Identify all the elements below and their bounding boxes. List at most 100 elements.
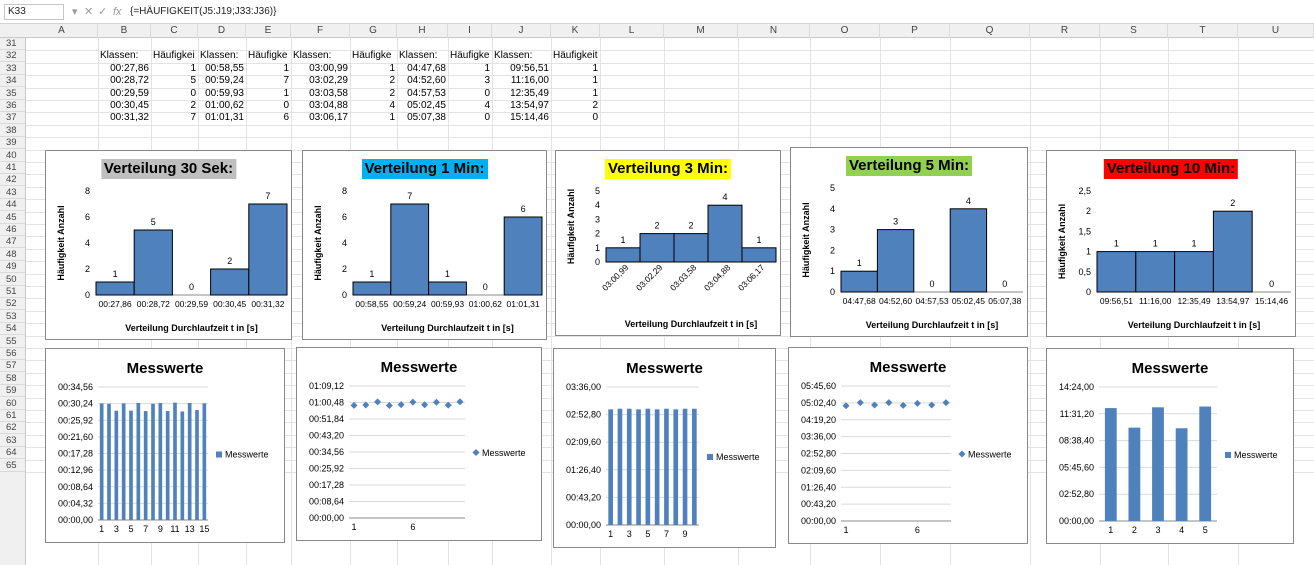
table-cell[interactable]: 03:02,29: [293, 75, 348, 87]
table-cell[interactable]: 00:58,55: [200, 63, 244, 75]
row-header-45[interactable]: 45: [0, 211, 25, 224]
histogram-chart[interactable]: Verteilung 10 Min: 0 0,5 1 1,5 2 2,5 1 09:56,51 1…: [1046, 150, 1296, 337]
row-header-55[interactable]: 55: [0, 335, 25, 348]
column-header-A[interactable]: A: [26, 24, 98, 38]
column-header-G[interactable]: G: [350, 24, 397, 38]
column-header-D[interactable]: D: [198, 24, 246, 38]
messwerte-chart[interactable]: Messwerte 00:00,00 00:43,20 01:26,40 02:09,6…: [788, 347, 1028, 544]
table-cell[interactable]: 1: [153, 63, 196, 75]
column-header-B[interactable]: B: [98, 24, 151, 38]
row-header-47[interactable]: 47: [0, 236, 25, 249]
column-header-E[interactable]: E: [246, 24, 291, 38]
table-cell[interactable]: 0: [553, 112, 598, 124]
row-header-38[interactable]: 38: [0, 124, 25, 137]
table-cell[interactable]: 1: [450, 63, 490, 75]
row-header-63[interactable]: 63: [0, 434, 25, 447]
table-cell[interactable]: 1: [248, 88, 289, 100]
table-cell[interactable]: 05:02,45: [399, 100, 446, 112]
row-header-42[interactable]: 42: [0, 174, 25, 187]
row-header-46[interactable]: 46: [0, 224, 25, 236]
table-cell[interactable]: 01:01,31: [200, 112, 244, 124]
table-cell[interactable]: Häufigkeit:: [553, 50, 598, 62]
table-cell[interactable]: 12:35,49: [494, 88, 549, 100]
table-cell[interactable]: 00:29,59: [100, 88, 149, 100]
messwerte-chart[interactable]: Messwerte 00:00,00 02:52,80 05:45,60 08:38,4…: [1046, 348, 1294, 544]
row-header-50[interactable]: 50: [0, 273, 25, 286]
column-header-U[interactable]: U: [1238, 24, 1314, 38]
table-cell[interactable]: 6: [248, 112, 289, 124]
column-header-L[interactable]: L: [600, 24, 664, 38]
row-header-57[interactable]: 57: [0, 360, 25, 373]
enter-icon[interactable]: ✓: [98, 5, 107, 19]
table-cell[interactable]: 2: [553, 100, 598, 112]
histogram-chart[interactable]: Verteilung 3 Min: 0 1 2 3 4 5 1 03:00,99 2 03:02,2…: [555, 150, 781, 336]
table-cell[interactable]: 00:27,86: [100, 63, 149, 75]
table-cell[interactable]: 00:59,93: [200, 88, 244, 100]
table-cell[interactable]: 3: [450, 75, 490, 87]
column-header-N[interactable]: N: [738, 24, 810, 38]
table-cell[interactable]: 1: [553, 88, 598, 100]
table-cell[interactable]: 03:03,58: [293, 88, 348, 100]
table-cell[interactable]: 04:47,68: [399, 63, 446, 75]
table-cell[interactable]: Häufigke: [352, 50, 395, 62]
row-header-48[interactable]: 48: [0, 248, 25, 261]
table-cell[interactable]: 03:06,17: [293, 112, 348, 124]
row-header-37[interactable]: 37: [0, 112, 25, 125]
column-header-Q[interactable]: Q: [950, 24, 1030, 38]
table-cell[interactable]: 03:00,99: [293, 63, 348, 75]
table-cell[interactable]: 7: [153, 112, 196, 124]
table-cell[interactable]: 0: [450, 88, 490, 100]
row-header-52[interactable]: 52: [0, 298, 25, 311]
row-header-61[interactable]: 61: [0, 410, 25, 422]
row-header-49[interactable]: 49: [0, 261, 25, 274]
column-header-C[interactable]: C: [151, 24, 198, 38]
column-header-P[interactable]: P: [880, 24, 950, 38]
messwerte-chart[interactable]: Messwerte 00:00,00 00:04,32 00:08,64 00:12,9…: [45, 348, 285, 543]
row-header-43[interactable]: 43: [0, 186, 25, 199]
table-cell[interactable]: 13:54,97: [494, 100, 549, 112]
table-cell[interactable]: 04:57,53: [399, 88, 446, 100]
table-cell[interactable]: Klassen:: [494, 50, 549, 62]
row-header-56[interactable]: 56: [0, 348, 25, 360]
row-header-62[interactable]: 62: [0, 422, 25, 435]
table-cell[interactable]: Klassen:: [100, 50, 149, 62]
table-cell[interactable]: 1: [553, 63, 598, 75]
row-header-51[interactable]: 51: [0, 286, 25, 298]
column-header-S[interactable]: S: [1100, 24, 1168, 38]
table-cell[interactable]: 4: [352, 100, 395, 112]
table-cell[interactable]: 2: [352, 75, 395, 87]
row-header-65[interactable]: 65: [0, 459, 25, 472]
dropdown-arrow-icon[interactable]: ▾: [72, 5, 78, 19]
table-cell[interactable]: 15:14,46: [494, 112, 549, 124]
column-header-F[interactable]: F: [291, 24, 350, 38]
table-cell[interactable]: 00:59,24: [200, 75, 244, 87]
table-cell[interactable]: Häufigke: [248, 50, 289, 62]
table-cell[interactable]: 0: [248, 100, 289, 112]
table-cell[interactable]: 00:30,45: [100, 100, 149, 112]
histogram-chart[interactable]: Verteilung 30 Sek: 0 2 4 6 8 1 00:27,86 5 00:28,7…: [45, 150, 292, 340]
table-cell[interactable]: 01:00,62: [200, 100, 244, 112]
row-header-58[interactable]: 58: [0, 372, 25, 385]
column-header-M[interactable]: M: [664, 24, 738, 38]
row-header-54[interactable]: 54: [0, 323, 25, 336]
row-header-31[interactable]: 31: [0, 38, 25, 50]
row-header-32[interactable]: 32: [0, 50, 25, 63]
row-header-60[interactable]: 60: [0, 397, 25, 410]
table-cell[interactable]: 0: [153, 88, 196, 100]
table-cell[interactable]: 7: [248, 75, 289, 87]
row-header-41[interactable]: 41: [0, 162, 25, 174]
table-cell[interactable]: 1: [553, 75, 598, 87]
table-cell[interactable]: Häufigkei: [450, 50, 490, 62]
table-cell[interactable]: 11:16,00: [494, 75, 549, 87]
column-header-H[interactable]: H: [397, 24, 448, 38]
table-cell[interactable]: 1: [248, 63, 289, 75]
histogram-chart[interactable]: Verteilung 5 Min: 0 1 2 3 4 5 1 04:47,68 3 04:52,6…: [790, 147, 1028, 337]
column-header-I[interactable]: I: [448, 24, 492, 38]
row-header-64[interactable]: 64: [0, 447, 25, 460]
table-cell[interactable]: Klassen:: [293, 50, 348, 62]
messwerte-chart[interactable]: Messwerte 00:00,00 00:43,20 01:26,40 02:09,6…: [553, 348, 776, 548]
table-cell[interactable]: 1: [352, 63, 395, 75]
row-header-39[interactable]: 39: [0, 137, 25, 150]
row-header-59[interactable]: 59: [0, 385, 25, 398]
row-header-33[interactable]: 33: [0, 62, 25, 75]
